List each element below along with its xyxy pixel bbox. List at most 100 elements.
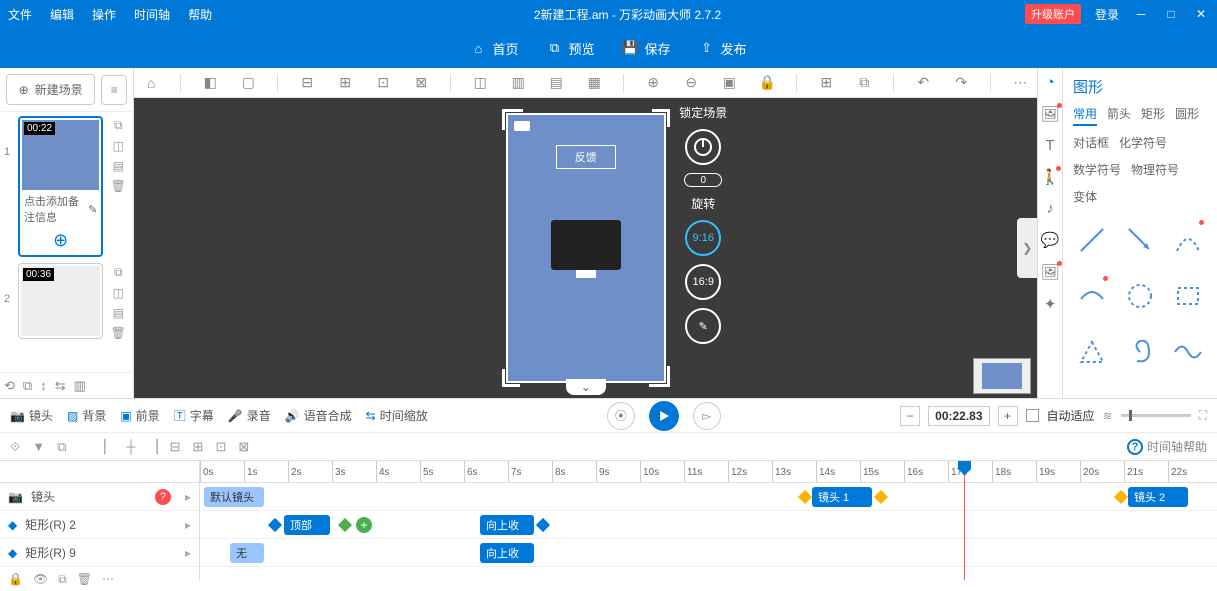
preview-button[interactable]: ⧉预览 xyxy=(546,39,594,58)
timeline-help-label[interactable]: 时间轴帮助 xyxy=(1147,438,1207,455)
copy-icon[interactable]: ⧉ xyxy=(855,74,873,91)
align-icon[interactable]: ⊡ xyxy=(374,74,392,91)
menu-timeline[interactable]: 时间轴 xyxy=(134,6,170,23)
tool-icon[interactable]: ⟐ xyxy=(10,439,20,455)
tool-icon[interactable]: ⇆ xyxy=(55,378,66,394)
publish-button[interactable]: ⇧发布 xyxy=(699,39,747,58)
zoom-in-icon[interactable]: ⊕ xyxy=(644,74,662,91)
tab-variant[interactable]: 变体 xyxy=(1073,188,1097,207)
login-link[interactable]: 登录 xyxy=(1095,6,1119,23)
align-center-icon[interactable]: ┼ xyxy=(126,439,135,454)
shape-circle-dashed[interactable] xyxy=(1121,273,1159,319)
align-left-icon[interactable]: ▏ xyxy=(104,439,114,455)
clip-camera-1[interactable]: 镜头 1 xyxy=(812,487,872,507)
undo-icon[interactable]: ↶ xyxy=(914,74,932,91)
keyframe[interactable] xyxy=(536,518,550,532)
keyframe[interactable] xyxy=(874,490,888,504)
scene-card[interactable]: 00:36 xyxy=(18,263,103,339)
trash-icon[interactable]: 🗑 xyxy=(77,572,92,586)
close-icon[interactable]: ✕ xyxy=(1193,6,1209,22)
menu-action[interactable]: 操作 xyxy=(92,6,116,23)
copy-icon[interactable]: ⧉ xyxy=(114,118,123,133)
home-icon[interactable]: ⌂ xyxy=(142,75,160,91)
keyframe[interactable] xyxy=(1114,490,1128,504)
rect2-track-line[interactable]: 顶部 + 向上收 xyxy=(200,511,1217,539)
minimize-icon[interactable]: ─ xyxy=(1133,6,1149,22)
seek-end-button[interactable]: ▻ xyxy=(693,402,721,430)
timescale-button[interactable]: ⇆时间缩放 xyxy=(366,407,428,424)
keyframe[interactable] xyxy=(338,518,352,532)
align-right-icon[interactable]: ▕ xyxy=(148,439,158,455)
timeline-tracks[interactable]: 0s1s2s3s4s5s6s7s8s9s10s11s12s13s14s15s16… xyxy=(200,461,1217,580)
tool-icon[interactable]: ⧉ xyxy=(57,439,66,455)
redo-icon[interactable]: ↷ xyxy=(952,74,970,91)
zoom-out-icon[interactable]: ⊖ xyxy=(682,74,700,91)
tab-dialog[interactable]: 对话框 xyxy=(1073,134,1109,153)
character-tab-icon[interactable]: 🚶 xyxy=(1041,168,1060,186)
more-icon[interactable]: ⋯ xyxy=(102,572,114,586)
shape-curve[interactable] xyxy=(1073,273,1111,319)
tab-circle[interactable]: 圆形 xyxy=(1175,105,1199,126)
help-icon[interactable]: ? xyxy=(1127,439,1143,455)
clip-top[interactable]: 顶部 xyxy=(284,515,330,535)
effect-tab-icon[interactable]: ✦ xyxy=(1044,295,1057,313)
filter-icon[interactable]: ▼ xyxy=(32,439,45,454)
add-keyframe[interactable]: + xyxy=(356,517,372,533)
clip-default-camera[interactable]: 默认镜头 xyxy=(204,487,264,507)
track-rect2[interactable]: ◆ 矩形(R) 2 ▸ xyxy=(0,511,199,539)
chevron-down-icon[interactable]: ⌄ xyxy=(566,379,606,395)
scene-note[interactable]: 点击添加备注信息✎ xyxy=(22,190,99,228)
add-scene-below[interactable]: ⊕ xyxy=(22,228,99,253)
camera-track-line[interactable]: 默认镜头 镜头 1 镜头 2 xyxy=(200,483,1217,511)
align-icon[interactable]: ⊠ xyxy=(412,74,430,91)
track-rect9[interactable]: ◆ 矩形(R) 9 ▸ xyxy=(0,539,199,567)
media-tab-icon[interactable]: 🖼 xyxy=(1041,263,1060,281)
tab-math[interactable]: 数学符号 xyxy=(1073,161,1121,180)
clip-up[interactable]: 向上收 xyxy=(480,543,534,563)
dup-icon[interactable]: ◫ xyxy=(113,139,124,153)
scene-sort-button[interactable]: ≡ xyxy=(101,75,127,105)
dist-icon[interactable]: ◫ xyxy=(471,74,489,91)
align-icon[interactable]: ⊠ xyxy=(238,439,249,455)
menu-edit[interactable]: 编辑 xyxy=(50,6,74,23)
camera-frame[interactable]: 反馈 ⌄ xyxy=(506,113,666,383)
copy-icon[interactable]: ⧉ xyxy=(114,265,123,280)
clip-none[interactable]: 无 xyxy=(230,543,264,563)
playhead[interactable] xyxy=(964,461,965,580)
fit-icon[interactable]: ▣ xyxy=(720,74,738,91)
tab-phys[interactable]: 物理符号 xyxy=(1131,161,1179,180)
ratio-169-button[interactable]: 16:9 xyxy=(685,264,721,300)
callout-tab-icon[interactable]: 💬 xyxy=(1041,231,1060,249)
canvas-viewport[interactable]: 反馈 ⌄ 锁定场景 0 旋转 9:16 16:9 ✎ ❯ xyxy=(134,98,1037,398)
shape-line[interactable] xyxy=(1073,217,1111,263)
shapes-tab-icon[interactable]: ◔ xyxy=(1046,74,1055,91)
rect9-track-line[interactable]: 无 向上收 xyxy=(200,539,1217,567)
shape-arrow[interactable] xyxy=(1121,217,1159,263)
camera-track-button[interactable]: 📷镜头 xyxy=(10,407,53,424)
autofit-checkbox[interactable] xyxy=(1026,409,1039,422)
home-button[interactable]: ⌂首页 xyxy=(470,39,518,58)
edit-circle-button[interactable]: ✎ xyxy=(685,308,721,344)
more-icon[interactable]: ⋯ xyxy=(1011,74,1029,91)
copy-icon[interactable]: ⧉ xyxy=(58,572,67,587)
align-icon[interactable]: ⊟ xyxy=(170,439,181,455)
wave-icon[interactable]: ≋ xyxy=(1103,409,1113,423)
clip-up[interactable]: 向上收 xyxy=(480,515,534,535)
align-icon[interactable]: ⊟ xyxy=(298,74,316,91)
fg-button[interactable]: ▣前景 xyxy=(120,407,159,424)
dist-icon[interactable]: ▥ xyxy=(509,74,527,91)
trash-icon[interactable]: 🗑 xyxy=(111,326,126,340)
rotate-dial[interactable] xyxy=(685,129,721,165)
ratio-916-button[interactable]: 9:16 xyxy=(685,220,721,256)
undo-icon[interactable]: ◧ xyxy=(201,74,219,91)
seek-start-button[interactable]: ⦿ xyxy=(607,402,635,430)
subtitle-button[interactable]: 🅃字幕 xyxy=(174,407,214,424)
expand-handle[interactable]: ❯ xyxy=(1017,218,1037,278)
text-tab-icon[interactable]: T xyxy=(1046,137,1055,154)
keyframe[interactable] xyxy=(268,518,282,532)
tool-icon[interactable]: ▥ xyxy=(74,378,86,394)
shape-wave[interactable] xyxy=(1169,329,1207,375)
shape-triangle-dashed[interactable] xyxy=(1073,329,1111,375)
layers-icon[interactable]: ▤ xyxy=(113,306,124,320)
tts-button[interactable]: 🔊语音合成 xyxy=(285,407,352,424)
